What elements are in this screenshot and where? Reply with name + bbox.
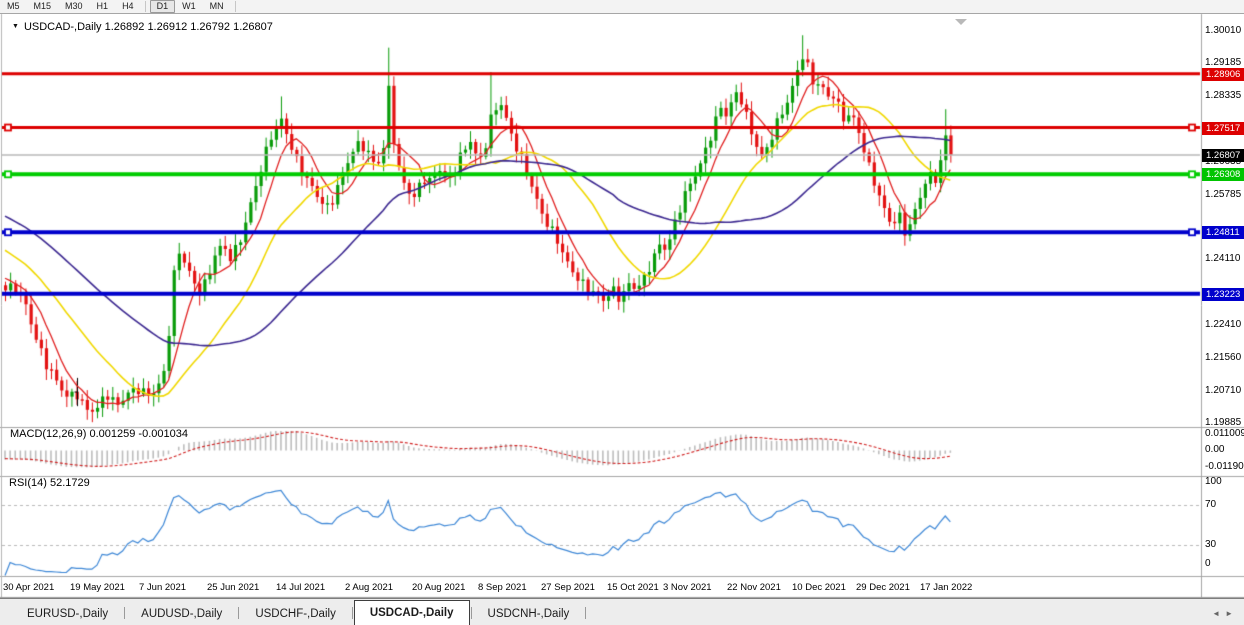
rsi-indicator-label: RSI(14) 52.1729 [9, 477, 90, 489]
tab-separator [352, 607, 353, 619]
indicator-axis-label: 70 [1205, 499, 1216, 511]
indicator-axis-label: 30 [1205, 539, 1216, 551]
price-axis-label: 1.20710 [1205, 385, 1241, 397]
timeframe-button-h1[interactable]: H1 [90, 0, 116, 13]
price-axis-label: 1.21560 [1205, 352, 1241, 364]
timeframe-button-mn[interactable]: MN [203, 0, 231, 13]
date-label: 29 Dec 2021 [856, 582, 910, 593]
date-label: 25 Jun 2021 [207, 582, 259, 593]
price-marker-1.28906[interactable]: 1.28906 [1202, 68, 1244, 81]
tab-separator [238, 607, 239, 619]
timeframe-button-w1[interactable]: W1 [175, 0, 203, 13]
price-axis-label: 1.22410 [1205, 319, 1241, 331]
chart-ohlc-values: 1.26892 1.26912 1.26792 1.26807 [105, 21, 273, 33]
date-label: 17 Jan 2022 [920, 582, 972, 593]
date-label: 22 Nov 2021 [727, 582, 781, 593]
chart-shift-marker[interactable] [955, 19, 967, 25]
price-axis-label: 1.24110 [1205, 253, 1240, 265]
price-marker-1.27517[interactable]: 1.27517 [1202, 122, 1244, 135]
tab-scroll-control: ◄► [1212, 609, 1238, 618]
timeframe-toolbar: M5M15M30H1H4 D1W1MN [0, 0, 1244, 14]
price-marker-1.26807: 1.26807 [1202, 149, 1244, 162]
price-axis-label: 1.25785 [1205, 189, 1241, 201]
price-marker-1.24811[interactable]: 1.24811 [1202, 226, 1244, 239]
chart-symbol-label: USDCAD-,Daily [24, 21, 102, 33]
chart-tab-bar: EURUSD-,DailyAUDUSD-,DailyUSDCHF-,DailyU… [0, 598, 1244, 625]
tab-usdchf[interactable]: USDCHF-,Daily [240, 604, 351, 624]
timeframe-button-d1[interactable]: D1 [150, 0, 176, 13]
indicator-axis-label: 0 [1205, 558, 1211, 570]
tab-scroll-right-icon[interactable]: ► [1225, 609, 1238, 618]
price-marker-1.23223[interactable]: 1.23223 [1202, 288, 1244, 301]
date-label: 19 May 2021 [70, 582, 125, 593]
macd-indicator-label: MACD(12,26,9) 0.001259 -0.001034 [10, 428, 188, 440]
date-label: 7 Jun 2021 [139, 582, 186, 593]
chart-title: ▼ USDCAD-,Daily 1.26892 1.26912 1.26792 1… [12, 21, 273, 33]
tab-usdcad[interactable]: USDCAD-,Daily [354, 600, 470, 625]
tab-audusd[interactable]: AUDUSD-,Daily [126, 604, 237, 624]
date-label: 14 Jul 2021 [276, 582, 325, 593]
date-label: 8 Sep 2021 [478, 582, 527, 593]
tab-separator [585, 607, 586, 619]
tab-separator [124, 607, 125, 619]
tab-eurusd[interactable]: EURUSD-,Daily [12, 604, 123, 624]
date-label: 2 Aug 2021 [345, 582, 393, 593]
timeframe-button-h4[interactable]: H4 [115, 0, 141, 13]
date-label: 27 Sep 2021 [541, 582, 595, 593]
indicator-axis-label: 100 [1205, 476, 1222, 488]
timeframe-button-m5[interactable]: M5 [0, 0, 27, 13]
date-label: 15 Oct 2021 [607, 582, 659, 593]
price-axis-label: 1.30010 [1205, 25, 1241, 37]
timeframe-button-m30[interactable]: M30 [58, 0, 90, 13]
indicator-axis-label: 0.011009 [1205, 428, 1244, 440]
date-label: 20 Aug 2021 [412, 582, 465, 593]
tab-separator [471, 607, 472, 619]
indicator-axis-label: 0.00 [1205, 444, 1224, 456]
timeframe-button-m15[interactable]: M15 [27, 0, 59, 13]
tab-scroll-left-icon[interactable]: ◄ [1212, 609, 1225, 618]
price-marker-1.26308[interactable]: 1.26308 [1202, 168, 1244, 181]
price-axis-label: 1.28335 [1205, 90, 1241, 102]
indicator-axis-label: -0.01190 [1205, 461, 1244, 473]
chart-dropdown-icon[interactable]: ▼ [12, 23, 19, 30]
chart-canvas[interactable] [0, 0, 1244, 625]
tab-usdcnh[interactable]: USDCNH-,Daily [473, 604, 585, 624]
toolbar-separator [145, 1, 146, 12]
date-label: 10 Dec 2021 [792, 582, 846, 593]
date-label: 3 Nov 2021 [663, 582, 712, 593]
toolbar-separator [235, 1, 236, 12]
date-label: 30 Apr 2021 [3, 582, 54, 593]
